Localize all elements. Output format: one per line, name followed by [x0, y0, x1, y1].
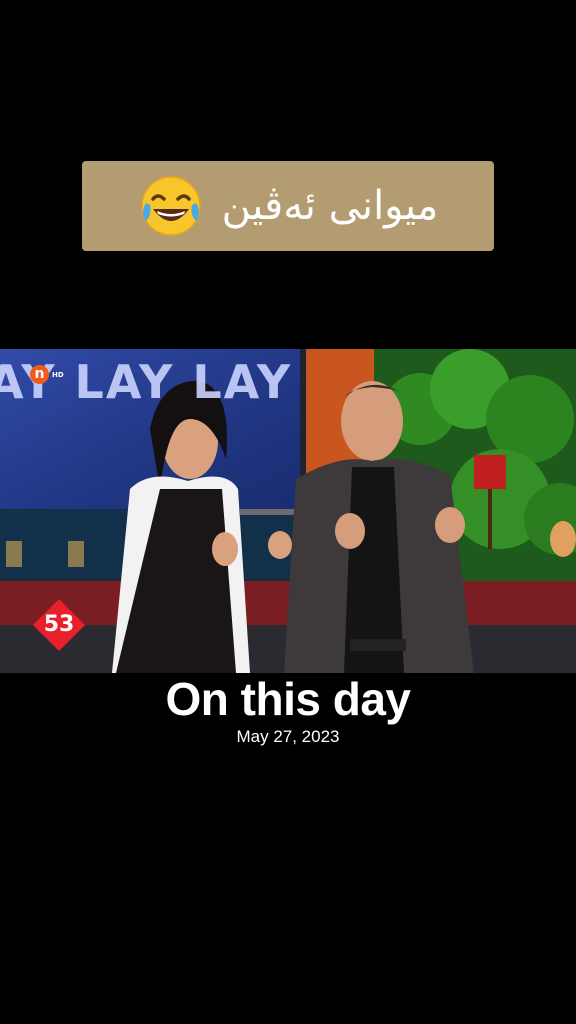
caption-banner: میوانی ئەڤین: [82, 161, 494, 251]
memory-date: May 27, 2023: [236, 727, 340, 746]
caption-text: میوانی ئەڤین: [221, 183, 439, 229]
channel-logo: n HD: [30, 365, 64, 384]
episode-badge: 53: [33, 599, 85, 651]
video-player[interactable]: AY LAY LAY n HD 53: [0, 349, 576, 673]
face-with-tears-of-joy-icon: [138, 173, 204, 239]
channel-logo-icon: n: [30, 365, 49, 384]
channel-hd-label: HD: [52, 370, 64, 379]
episode-number: 53: [43, 612, 75, 637]
memory-title: On this day: [165, 673, 411, 725]
